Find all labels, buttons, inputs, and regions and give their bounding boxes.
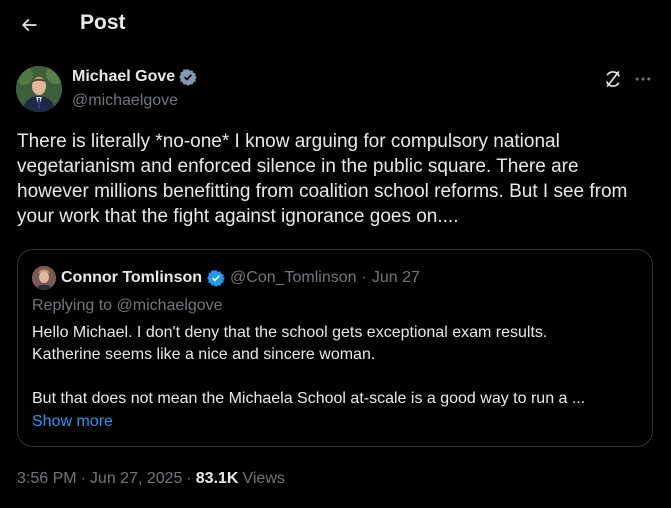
views-count[interactable]: 83.1K	[196, 470, 239, 488]
quote-separator: ·	[361, 269, 367, 286]
meta-separator: ·	[80, 470, 86, 487]
back-arrow-icon	[21, 18, 37, 32]
author-handle[interactable]: @michaelgove	[72, 92, 178, 110]
quote-author-handle[interactable]: @Con_Tomlinson	[230, 269, 357, 287]
quote-author-name[interactable]: Connor Tomlinson	[61, 269, 202, 287]
verified-badge-icon	[179, 69, 198, 86]
grok-button[interactable]	[602, 68, 624, 90]
page-header: Post	[0, 0, 671, 48]
quote-text-line: But that does not mean the Michaela Scho…	[32, 390, 586, 407]
back-button[interactable]	[16, 12, 42, 38]
author-avatar[interactable]	[16, 66, 62, 112]
post-author: Michael Gove @michaelgove	[16, 66, 656, 114]
quoted-post[interactable]: Connor Tomlinson @Con_Tomlinson · Jun 27…	[17, 249, 653, 447]
quote-header: Connor Tomlinson @Con_Tomlinson · Jun 27	[32, 266, 420, 290]
quote-text-line: Hello Michael. I don't deny that the sch…	[32, 324, 548, 341]
show-more-link[interactable]: Show more	[32, 413, 113, 431]
quote-text-line	[32, 366, 642, 388]
post-text: There is literally *no-one* I know argui…	[17, 131, 633, 227]
more-button[interactable]	[632, 68, 654, 90]
post-date[interactable]: Jun 27, 2025	[90, 470, 183, 488]
quote-replying-to: Replying to @michaelgove	[32, 297, 223, 314]
grok-icon	[605, 70, 621, 88]
post-meta: 3:56 PM · Jun 27, 2025 · 83.1K Views	[17, 470, 285, 488]
post-time[interactable]: 3:56 PM	[17, 470, 77, 488]
quote-date[interactable]: Jun 27	[372, 269, 420, 287]
author-name[interactable]: Michael Gove	[72, 68, 175, 86]
page-title: Post	[80, 11, 126, 34]
meta-separator: ·	[186, 470, 192, 487]
author-name-row: Michael Gove	[72, 68, 198, 86]
verified-badge-icon	[207, 270, 225, 287]
quote-text: Hello Michael. I don't deny that the sch…	[32, 322, 642, 410]
quote-author-avatar[interactable]	[32, 266, 56, 290]
more-icon	[635, 77, 651, 81]
quote-text-line: Katherine seems like a nice and sincere …	[32, 346, 376, 363]
views-label: Views	[242, 470, 285, 487]
